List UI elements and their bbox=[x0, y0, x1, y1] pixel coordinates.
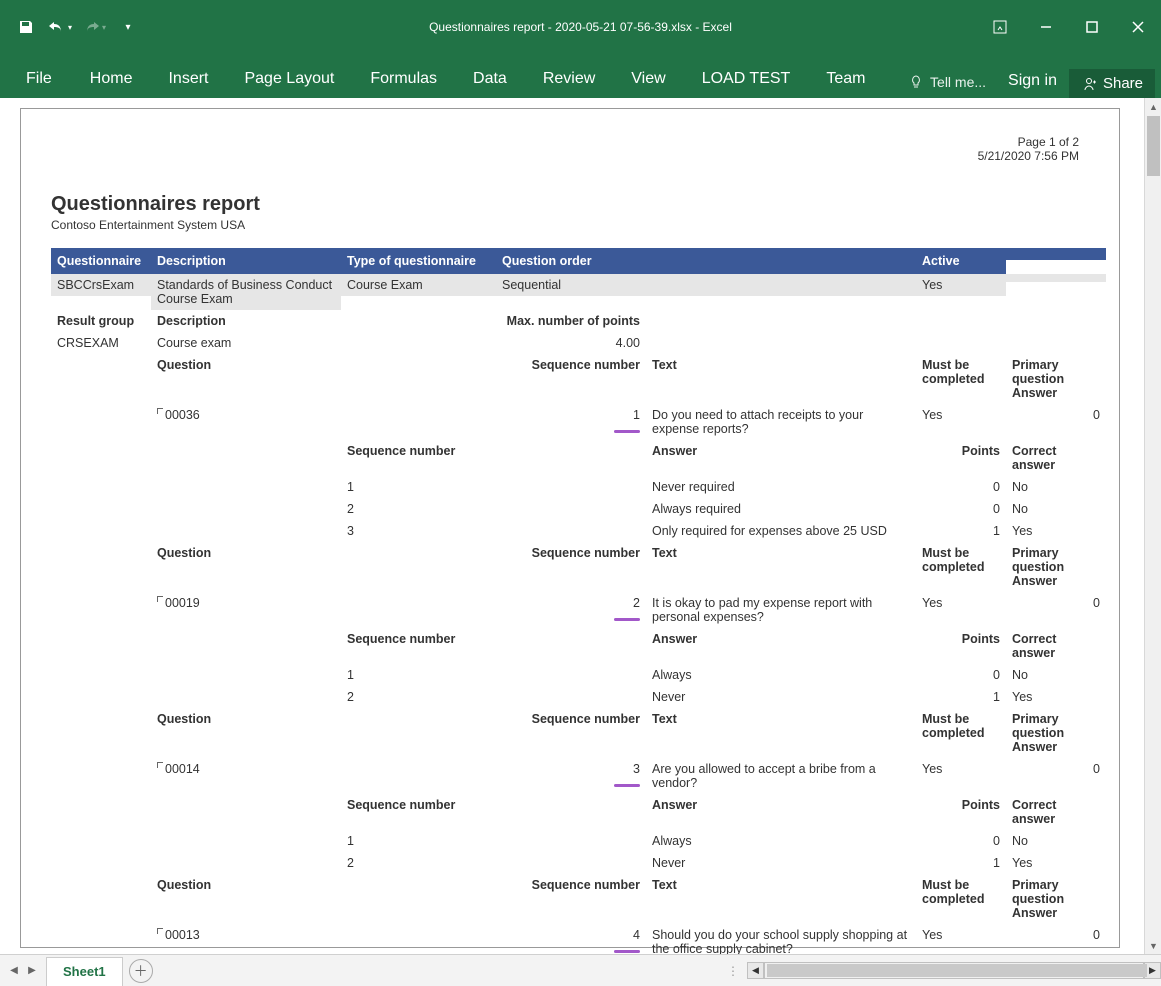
tab-load-test[interactable]: LOAD TEST bbox=[684, 60, 809, 98]
horizontal-scroll-thumb[interactable] bbox=[767, 964, 1147, 977]
tab-team[interactable]: Team bbox=[808, 60, 883, 98]
tell-me-label: Tell me... bbox=[930, 74, 986, 90]
tab-data[interactable]: Data bbox=[455, 60, 525, 98]
window-controls bbox=[977, 11, 1161, 43]
vertical-scrollbar[interactable]: ▲ ▼ bbox=[1144, 98, 1161, 954]
file-tab[interactable]: File bbox=[6, 60, 72, 98]
page-datetime: 5/21/2020 7:56 PM bbox=[978, 149, 1079, 163]
report-title: Questionnaires report bbox=[51, 193, 1089, 216]
redo-icon[interactable]: ▾ bbox=[80, 13, 108, 41]
page-meta: Page 1 of 2 5/21/2020 7:56 PM bbox=[978, 135, 1079, 163]
sheet-nav-next-icon[interactable]: ▶ bbox=[24, 963, 40, 979]
horizontal-scrollbar[interactable]: ⋮ ◀ ▶ bbox=[721, 955, 1161, 986]
share-icon bbox=[1081, 76, 1097, 92]
document-area[interactable]: ▲ ▼ Page 1 of 2 5/21/2020 7:56 PM Questi… bbox=[0, 98, 1161, 954]
tab-formulas[interactable]: Formulas bbox=[352, 60, 455, 98]
ribbon-display-options-icon[interactable] bbox=[977, 11, 1023, 43]
customize-qat-icon[interactable]: ▾ bbox=[114, 13, 142, 41]
scroll-down-arrow-icon[interactable]: ▼ bbox=[1145, 937, 1161, 954]
print-preview-page: Page 1 of 2 5/21/2020 7:56 PM Questionna… bbox=[20, 108, 1120, 948]
undo-icon[interactable]: ▾ bbox=[46, 13, 74, 41]
sheet-nav: ◀ ▶ bbox=[0, 955, 46, 986]
horizontal-scroll-track[interactable] bbox=[764, 962, 1144, 979]
vertical-scroll-thumb[interactable] bbox=[1147, 116, 1160, 176]
new-sheet-button[interactable]: ＋ bbox=[129, 959, 153, 983]
report-body: QuestionnaireDescriptionType of question… bbox=[51, 248, 1089, 954]
title-bar: ▾ ▾ ▾ Questionnaires report - 2020-05-21… bbox=[0, 0, 1161, 54]
tab-view[interactable]: View bbox=[613, 60, 683, 98]
close-icon[interactable] bbox=[1115, 11, 1161, 43]
sheet-nav-prev-icon[interactable]: ◀ bbox=[6, 963, 22, 979]
tell-me-search[interactable]: Tell me... bbox=[898, 66, 996, 98]
quick-access-toolbar: ▾ ▾ ▾ bbox=[0, 13, 142, 41]
maximize-icon[interactable] bbox=[1069, 11, 1115, 43]
tab-split-handle[interactable]: ⋮ bbox=[721, 964, 747, 978]
scroll-up-arrow-icon[interactable]: ▲ bbox=[1145, 98, 1161, 115]
tab-review[interactable]: Review bbox=[525, 60, 613, 98]
sheet-tab-bar: ◀ ▶ Sheet1 ＋ ⋮ ◀ ▶ bbox=[0, 954, 1161, 986]
sign-in-button[interactable]: Sign in bbox=[996, 64, 1069, 98]
page-number: Page 1 of 2 bbox=[978, 135, 1079, 149]
ribbon-tabs: File Home Insert Page Layout Formulas Da… bbox=[0, 54, 1161, 98]
sheet-tab-active[interactable]: Sheet1 bbox=[46, 957, 123, 986]
share-label: Share bbox=[1103, 75, 1143, 92]
tab-home[interactable]: Home bbox=[72, 60, 151, 98]
tab-insert[interactable]: Insert bbox=[150, 60, 226, 98]
lightbulb-icon bbox=[908, 74, 924, 90]
minimize-icon[interactable] bbox=[1023, 11, 1069, 43]
tab-page-layout[interactable]: Page Layout bbox=[226, 60, 352, 98]
report-subtitle: Contoso Entertainment System USA bbox=[51, 218, 1089, 232]
save-icon[interactable] bbox=[12, 13, 40, 41]
scroll-left-arrow-icon[interactable]: ◀ bbox=[747, 962, 764, 979]
share-button[interactable]: Share bbox=[1069, 69, 1155, 98]
